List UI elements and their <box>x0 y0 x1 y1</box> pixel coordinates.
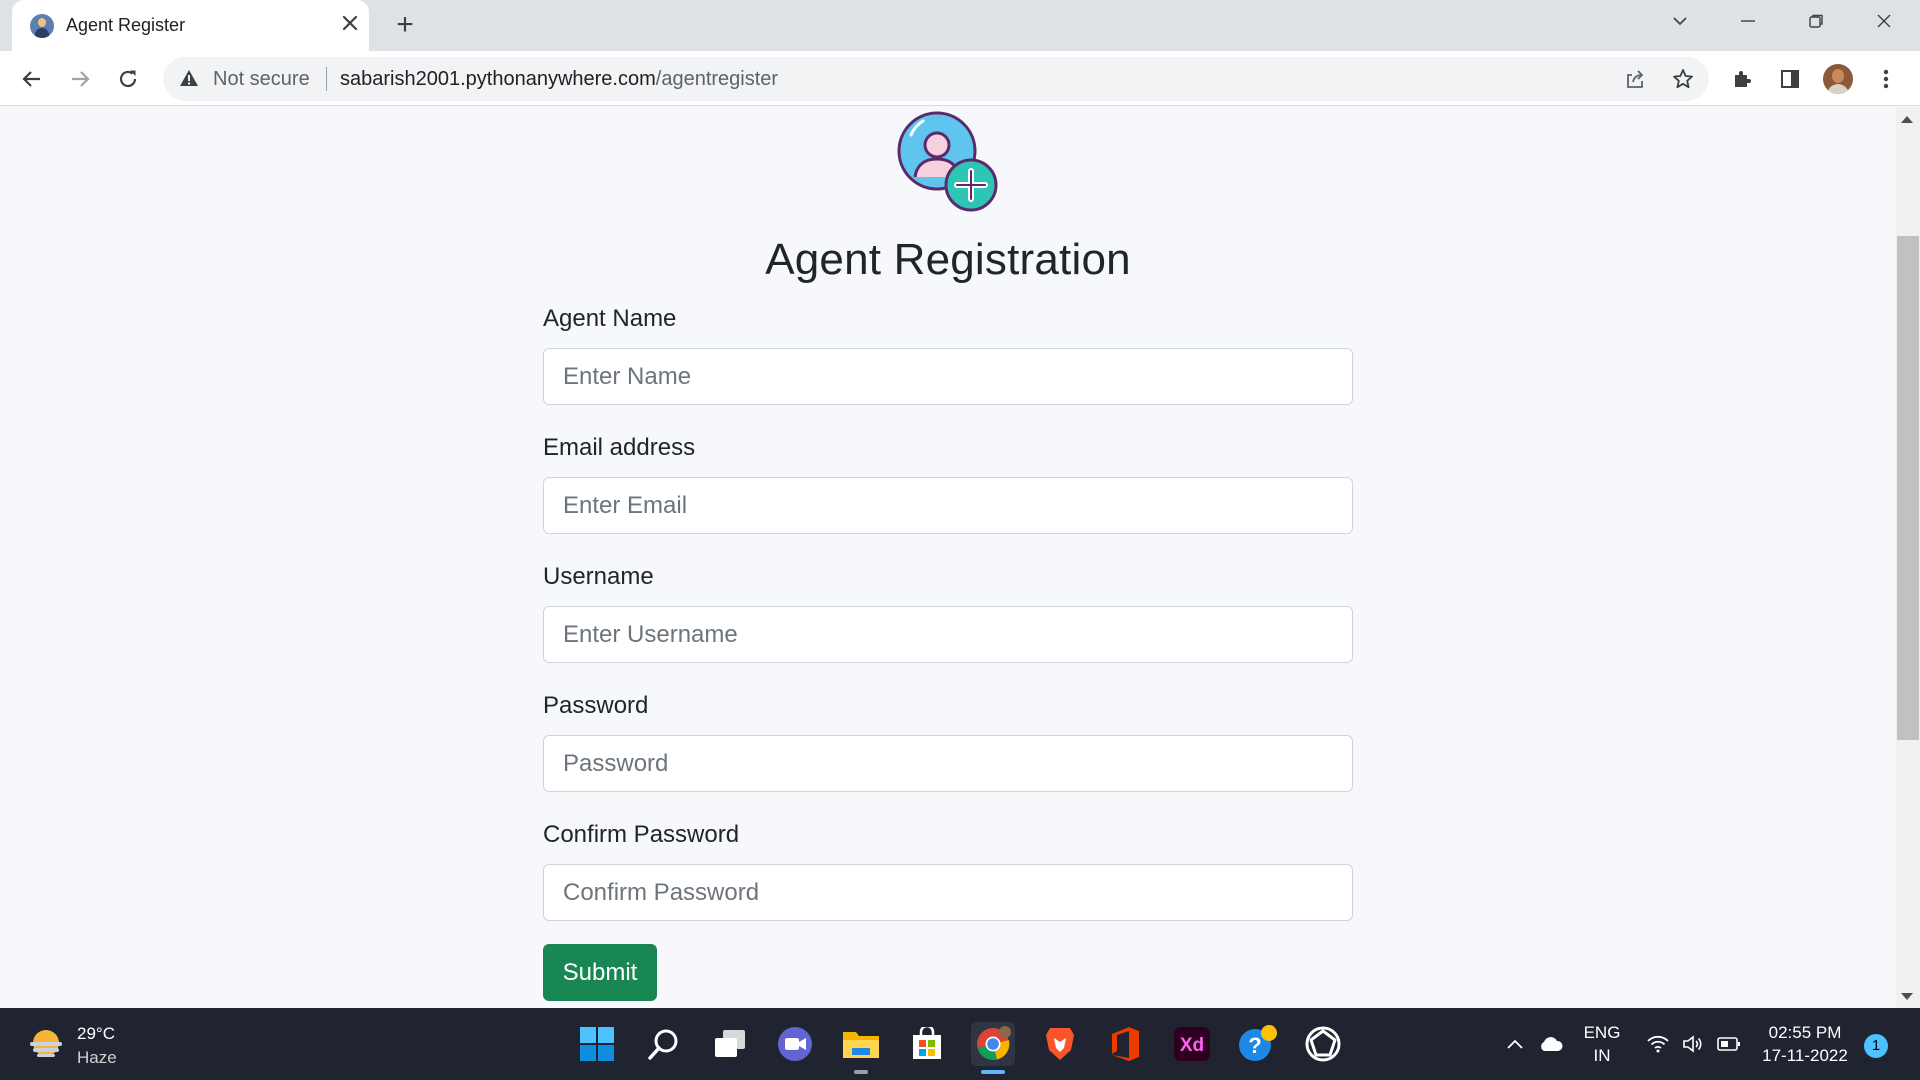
reload-icon[interactable] <box>112 63 144 95</box>
username-label: Username <box>543 563 654 590</box>
agent-name-label: Agent Name <box>543 305 677 332</box>
url-path: /agentregister <box>655 68 779 90</box>
windows-start-icon[interactable] <box>575 1022 619 1066</box>
browser-toolbar: Not secure sabarish2001.pythonanywhere.c… <box>0 51 1920 106</box>
microsoft-store-icon[interactable] <box>905 1022 949 1066</box>
address-bar[interactable]: Not secure sabarish2001.pythonanywhere.c… <box>163 57 1709 101</box>
brave-icon[interactable] <box>1038 1022 1082 1066</box>
tab-strip: Agent Register + <box>0 0 1920 51</box>
svg-text:?: ? <box>1248 1033 1261 1058</box>
profile-avatar[interactable] <box>1823 64 1853 94</box>
file-explorer-indicator <box>854 1070 868 1074</box>
tab-close-icon[interactable] <box>335 9 365 39</box>
weather-description[interactable]: Haze <box>77 1048 117 1068</box>
task-view-icon[interactable] <box>708 1022 752 1066</box>
close-window-icon[interactable] <box>1852 0 1916 44</box>
adobe-xd-icon[interactable]: Xd <box>1170 1022 1214 1066</box>
taskbar: 29°C Haze Xd ? ENG IN 02:55 PM 17-11-202… <box>0 1008 1920 1080</box>
teams-meet-icon[interactable] <box>773 1022 817 1066</box>
email-label: Email address <box>543 434 696 461</box>
confirm-password-label: Confirm Password <box>543 821 740 848</box>
scroll-up-icon[interactable] <box>1901 116 1913 123</box>
scroll-down-icon[interactable] <box>1901 993 1913 1000</box>
confirm-password-input[interactable] <box>543 864 1353 921</box>
clock-time[interactable]: 02:55 PM <box>1760 1023 1850 1043</box>
weather-temperature[interactable]: 29°C <box>77 1024 115 1044</box>
minimize-icon[interactable] <box>1716 0 1780 44</box>
back-icon[interactable] <box>16 63 48 95</box>
menu-icon[interactable] <box>1870 63 1902 95</box>
extensions-icon[interactable] <box>1726 63 1758 95</box>
side-panel-icon[interactable] <box>1774 63 1806 95</box>
ubuntu-app-icon[interactable] <box>1301 1022 1345 1066</box>
new-tab-button[interactable]: + <box>388 9 422 43</box>
office-icon[interactable] <box>1103 1022 1147 1066</box>
notification-badge[interactable]: 1 <box>1864 1034 1888 1058</box>
bookmark-star-icon[interactable] <box>1667 63 1699 95</box>
forward-icon[interactable] <box>64 63 96 95</box>
tab-search-icon[interactable] <box>1648 0 1712 44</box>
onedrive-icon[interactable] <box>1538 1032 1564 1056</box>
agent-name-input[interactable] <box>543 348 1353 405</box>
share-icon[interactable] <box>1619 63 1651 95</box>
warning-icon[interactable] <box>179 69 199 92</box>
clock-date[interactable]: 17-11-2022 <box>1756 1046 1854 1066</box>
wifi-icon[interactable] <box>1645 1032 1671 1056</box>
url-domain: sabarish2001.pythonanywhere.com <box>340 68 656 90</box>
adobe-xd-label: Xd <box>1180 1035 1204 1056</box>
help-icon[interactable]: ? <box>1236 1022 1280 1066</box>
language-label[interactable]: ENG <box>1582 1023 1622 1043</box>
password-input[interactable] <box>543 735 1353 792</box>
chrome-icon[interactable] <box>971 1022 1015 1074</box>
tab-title: Agent Register <box>66 15 186 35</box>
email-input[interactable] <box>543 477 1353 534</box>
password-label: Password <box>543 692 649 719</box>
submit-button[interactable]: Submit <box>543 944 657 1001</box>
chevron-up-icon[interactable] <box>1502 1032 1528 1056</box>
favicon-icon <box>30 14 54 38</box>
region-label[interactable]: IN <box>1582 1046 1622 1066</box>
chrome-active-indicator <box>981 1070 1005 1074</box>
weather-haze-icon[interactable] <box>28 1028 64 1058</box>
battery-icon[interactable] <box>1716 1032 1742 1056</box>
url-text[interactable]: sabarish2001.pythonanywhere.com/agentreg… <box>340 68 778 91</box>
browser-tab[interactable]: Agent Register <box>12 0 369 51</box>
scrollbar-thumb[interactable] <box>1897 236 1919 740</box>
file-explorer-icon[interactable] <box>839 1022 883 1074</box>
restore-icon[interactable] <box>1784 0 1848 44</box>
page-title: Agent Registration <box>765 235 1131 284</box>
security-label[interactable]: Not secure <box>213 68 310 91</box>
add-user-icon <box>897 111 998 212</box>
volume-icon[interactable] <box>1680 1032 1706 1056</box>
username-input[interactable] <box>543 606 1353 663</box>
search-icon[interactable] <box>642 1022 686 1066</box>
omnibox-divider <box>326 67 327 91</box>
